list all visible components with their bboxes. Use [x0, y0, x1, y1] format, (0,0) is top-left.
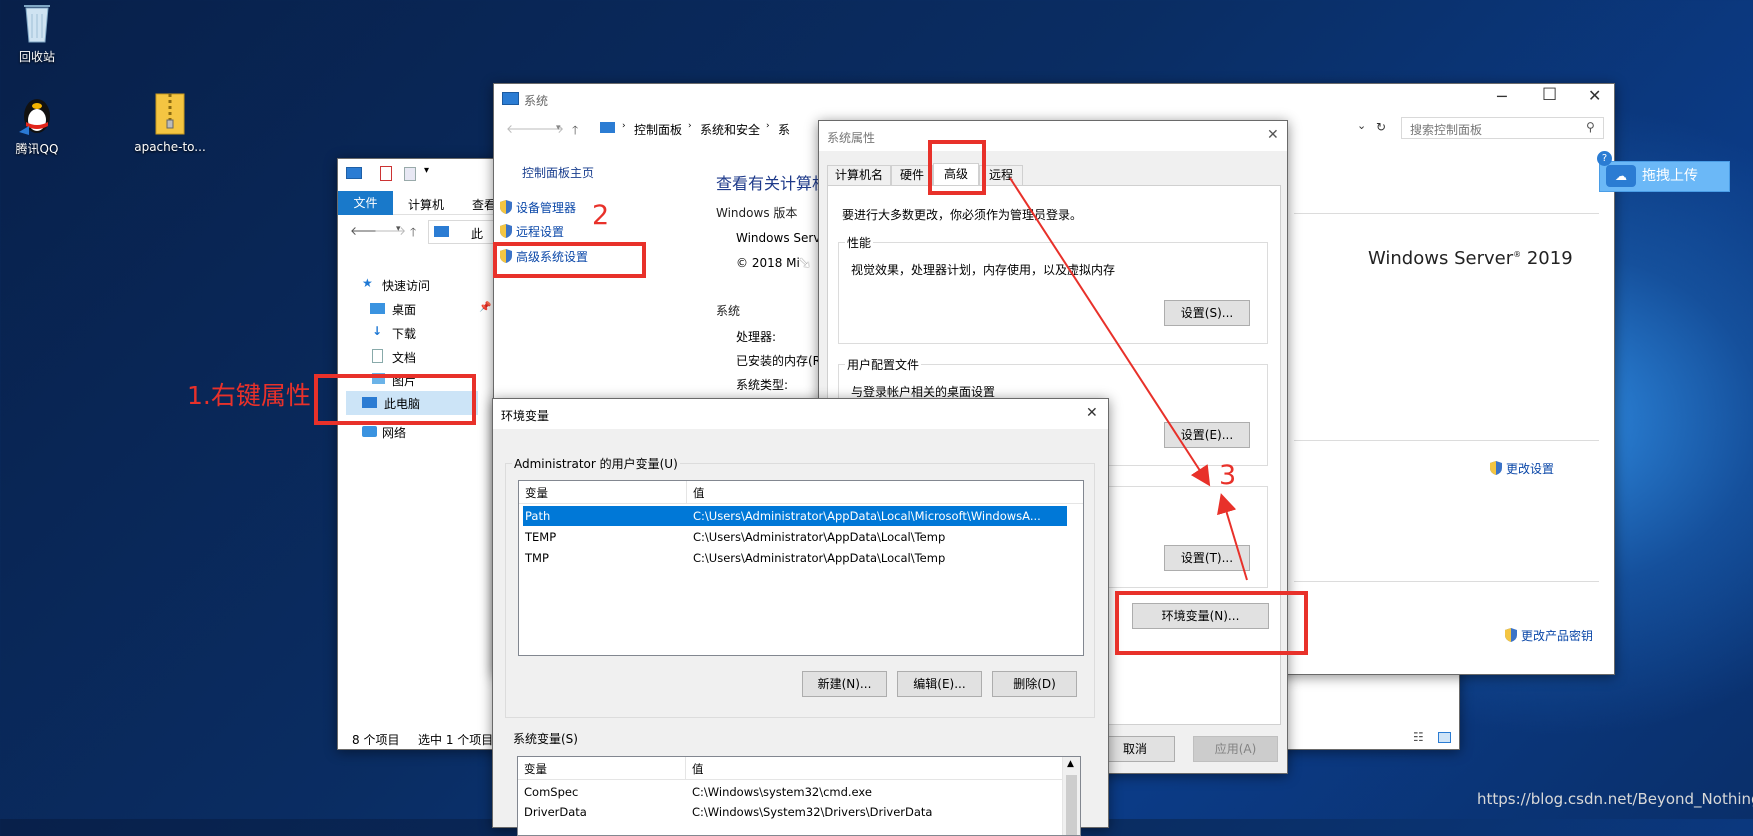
watermark: https://blog.csdn.net/Beyond_Nothing [1477, 790, 1753, 808]
mouse-pointer-icon: ➘ [798, 253, 812, 272]
annotation-arrows [1009, 177, 1248, 581]
arrow-from-env-button [1217, 493, 1248, 581]
arrow-to-step3 [1009, 177, 1211, 487]
